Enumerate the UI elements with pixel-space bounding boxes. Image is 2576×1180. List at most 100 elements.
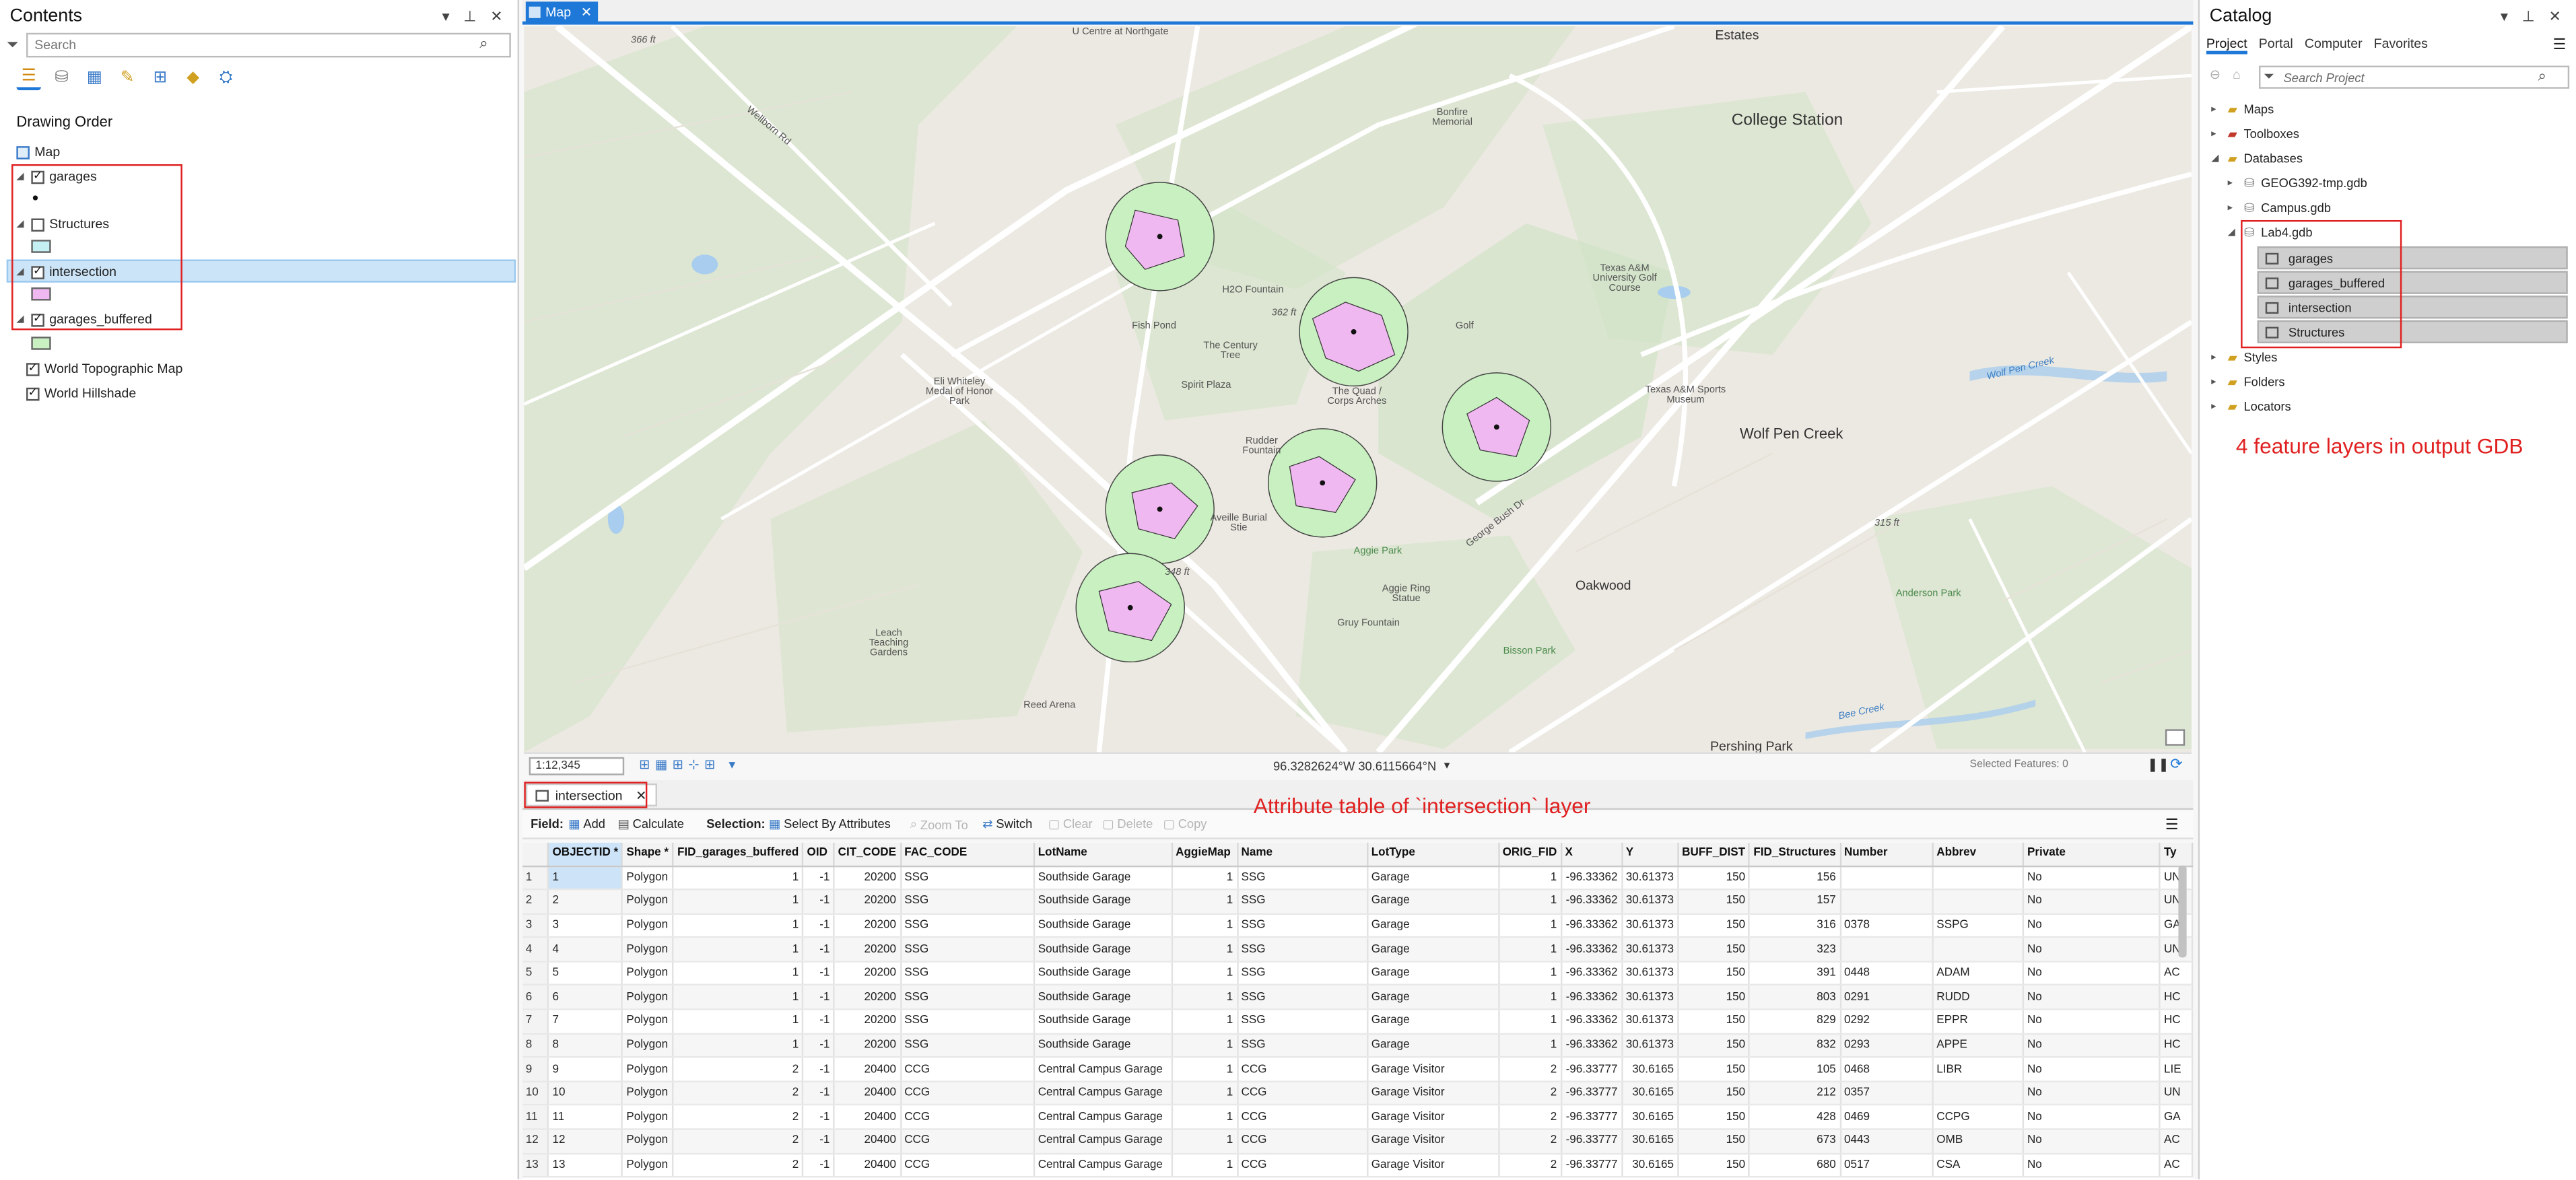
column-header[interactable]: BUFF_DIST <box>1678 842 1751 867</box>
table-cell[interactable]: Polygon <box>622 937 675 963</box>
table-cell[interactable]: Garage <box>1367 913 1499 938</box>
table-cell[interactable]: -1 <box>803 961 835 987</box>
table-cell[interactable]: Polygon <box>622 1033 675 1058</box>
table-cell[interactable]: LIE <box>2159 1057 2194 1082</box>
table-cell[interactable]: 20400 <box>834 1105 902 1130</box>
table-cell[interactable]: No <box>2023 1105 2161 1130</box>
table-cell[interactable]: 1 <box>1172 889 1238 915</box>
column-header[interactable]: FID_garages_buffered <box>673 842 804 867</box>
table-row[interactable]: 2 2 Polygon 1 -1 20200 SSG Southside Garage 1 SSG… <box>522 889 2194 915</box>
table-cell[interactable]: SSPG <box>1932 913 2025 938</box>
table-cell[interactable]: SSG <box>900 865 1035 891</box>
table-cell[interactable]: 0291 <box>1839 985 1934 1010</box>
table-cell[interactable]: Garage <box>1367 961 1499 987</box>
table-cell[interactable]: SSG <box>900 937 1035 963</box>
table-cell[interactable]: 30.61373 <box>1621 937 1679 963</box>
map-node[interactable]: Map <box>16 145 60 160</box>
table-menu-icon[interactable]: ☰ <box>2165 817 2179 835</box>
table-cell[interactable]: 1 <box>1498 1009 1562 1035</box>
table-cell[interactable]: Polygon <box>622 1153 675 1178</box>
table-cell[interactable]: Garage Visitor <box>1367 1057 1499 1082</box>
column-header[interactable]: Y <box>1621 842 1679 867</box>
table-cell[interactable]: 1 <box>673 889 804 915</box>
table-cell[interactable]: CCG <box>1237 1057 1368 1082</box>
table-cell[interactable]: -96.33362 <box>1561 937 1623 963</box>
table-cell[interactable]: Polygon <box>622 985 675 1010</box>
list-by-selection-icon[interactable]: ▦ <box>82 66 107 91</box>
table-cell[interactable]: SSG <box>900 913 1035 938</box>
table-cell[interactable]: CCG <box>1237 1153 1368 1178</box>
table-cell[interactable]: Polygon <box>622 913 675 938</box>
table-cell[interactable]: CCG <box>1237 1105 1368 1130</box>
table-cell[interactable]: RUDD <box>1932 985 2025 1010</box>
table-cell[interactable]: 9 <box>548 1057 623 1082</box>
table-cell[interactable]: -1 <box>803 865 835 891</box>
table-cell[interactable]: -96.33777 <box>1561 1105 1623 1130</box>
table-cell[interactable]: 8 <box>548 1033 623 1058</box>
table-cell[interactable]: HC <box>2159 985 2194 1010</box>
table-cell[interactable]: 1 <box>1172 1057 1238 1082</box>
search-icon[interactable]: ⌕ <box>479 34 487 53</box>
tab-map[interactable]: Map ✕ <box>525 1 599 24</box>
table-cell[interactable]: Polygon <box>622 1105 675 1130</box>
catalog-item-folders[interactable]: ▸ ▰ Folders <box>2211 374 2284 389</box>
table-cell[interactable]: 1 <box>1172 865 1238 891</box>
row-number[interactable]: 10 <box>522 1081 549 1107</box>
table-cell[interactable]: 150 <box>1678 1129 1751 1154</box>
row-number[interactable]: 6 <box>522 985 549 1010</box>
table-cell[interactable]: 105 <box>1749 1057 1841 1082</box>
table-cell[interactable]: -1 <box>803 1153 835 1178</box>
table-cell[interactable]: 0469 <box>1839 1105 1934 1130</box>
table-cell[interactable]: 212 <box>1749 1081 1841 1107</box>
list-by-perspective-icon[interactable]: ⛭ <box>213 66 238 91</box>
table-cell[interactable]: AC <box>2159 961 2194 987</box>
table-cell[interactable]: 2 <box>673 1057 804 1082</box>
table-cell[interactable]: -96.33777 <box>1561 1081 1623 1107</box>
column-header[interactable]: OID <box>803 842 835 867</box>
table-cell[interactable]: 1 <box>673 1033 804 1058</box>
table-cell[interactable]: No <box>2023 1081 2161 1107</box>
table-cell[interactable]: 5 <box>548 961 623 987</box>
table-cell[interactable]: 3 <box>548 913 623 938</box>
list-by-snapping-icon[interactable]: ⊞ <box>148 66 173 91</box>
table-cell[interactable]: 150 <box>1678 1081 1751 1107</box>
column-header[interactable]: FAC_CODE <box>900 842 1035 867</box>
table-cell[interactable]: Central Campus Garage <box>1033 1105 1173 1130</box>
table-cell[interactable]: -1 <box>803 889 835 915</box>
column-header[interactable]: Number <box>1839 842 1934 867</box>
table-row[interactable]: 6 6 Polygon 1 -1 20200 SSG Southside Garage 1 SSG… <box>522 985 2194 1010</box>
layer-world-hillshade[interactable]: ✓ World Hillshade <box>26 386 136 401</box>
table-cell[interactable]: No <box>2023 865 2161 891</box>
table-cell[interactable]: Central Campus Garage <box>1033 1153 1173 1178</box>
table-cell[interactable]: 0292 <box>1839 1009 1934 1035</box>
table-cell[interactable]: SSG <box>900 889 1035 915</box>
table-cell[interactable]: 20200 <box>834 1009 902 1035</box>
vertical-scrollbar[interactable] <box>2178 865 2187 958</box>
map-layout-icon[interactable] <box>2165 729 2185 746</box>
table-cell[interactable]: -1 <box>803 913 835 938</box>
table-row[interactable]: 5 5 Polygon 1 -1 20200 SSG Southside Garage 1 SSG… <box>522 961 2194 987</box>
table-cell[interactable]: -1 <box>803 1105 835 1130</box>
table-cell[interactable]: 1 <box>673 1009 804 1035</box>
table-cell[interactable]: CCG <box>900 1153 1035 1178</box>
table-cell[interactable]: 20200 <box>834 937 902 963</box>
pause-icon[interactable]: ❚❚ <box>2147 757 2169 772</box>
catalog-menu-icon[interactable]: ☰ <box>2553 36 2567 55</box>
table-cell[interactable]: 1 <box>1498 985 1562 1010</box>
table-cell[interactable]: 2 <box>673 1105 804 1130</box>
catalog-item-locators[interactable]: ▸ ▰ Locators <box>2211 399 2291 414</box>
table-cell[interactable]: -96.33777 <box>1561 1153 1623 1178</box>
table-cell[interactable]: Polygon <box>622 865 675 891</box>
tab-computer[interactable]: Computer <box>2305 36 2363 55</box>
row-number[interactable]: 2 <box>522 889 549 915</box>
map-view[interactable]: College Station Wolf Pen Creek Oakwood P… <box>524 26 2192 753</box>
table-cell[interactable]: SSG <box>1237 1033 1368 1058</box>
table-cell[interactable]: SSG <box>900 1009 1035 1035</box>
table-cell[interactable]: -96.33362 <box>1561 889 1623 915</box>
table-cell[interactable]: 12 <box>548 1129 623 1154</box>
table-cell[interactable]: 30.61373 <box>1621 985 1679 1010</box>
table-cell[interactable]: Southside Garage <box>1033 961 1173 987</box>
table-cell[interactable]: AC <box>2159 1153 2194 1178</box>
row-number[interactable]: 13 <box>522 1153 549 1178</box>
catalog-item-styles[interactable]: ▸ ▰ Styles <box>2211 350 2277 365</box>
